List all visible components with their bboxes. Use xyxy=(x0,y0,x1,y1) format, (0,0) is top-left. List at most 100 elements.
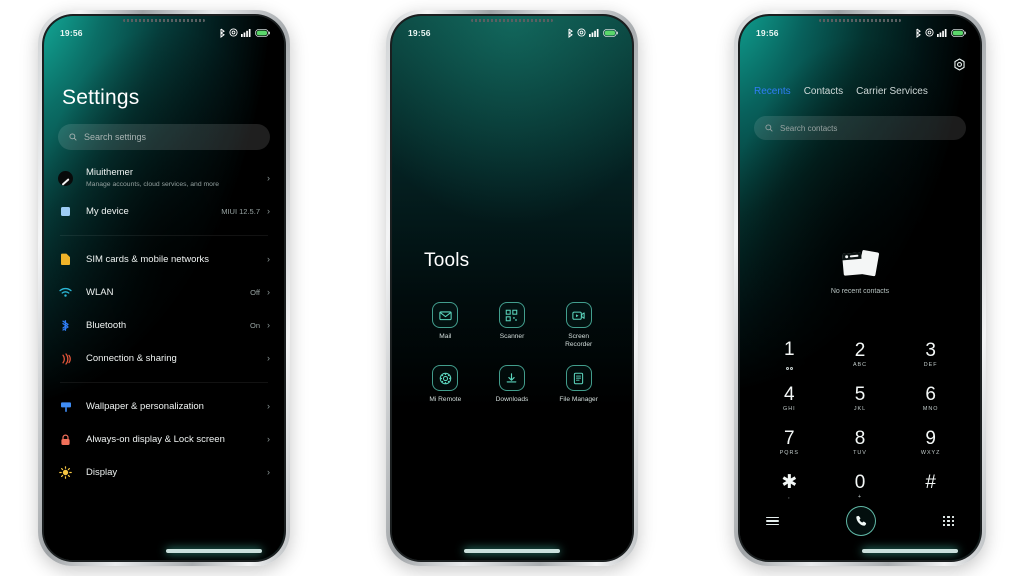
row-label: WLAN xyxy=(86,286,114,298)
row-label: Display xyxy=(86,466,118,478)
dialpad-key-star[interactable]: ✱ , xyxy=(754,470,825,504)
device-icon xyxy=(58,206,73,217)
chevron-right-icon: › xyxy=(267,254,270,264)
screen-recorder-icon xyxy=(565,302,592,328)
key-letters: DEF xyxy=(923,362,938,368)
key-number: # xyxy=(925,472,936,493)
sharing-icon xyxy=(58,352,73,365)
settings-row-my-device[interactable]: My device MIUI 12.5.7 › xyxy=(58,195,270,228)
download-icon xyxy=(498,365,525,392)
search-placeholder: Search contacts xyxy=(780,123,838,133)
dialpad-key-7[interactable]: 7 PQRS xyxy=(754,426,825,460)
dialpad-key-2[interactable]: 2 ABC xyxy=(825,338,896,372)
key-letters: , xyxy=(788,494,791,500)
dialpad-key-9[interactable]: 9 WXYZ xyxy=(895,426,966,460)
app-label: Downloads xyxy=(495,396,529,404)
phone-dialer: 19:56 Recents Contacts Carrier Services xyxy=(734,10,986,566)
dialpad-key-5[interactable]: 5 JKL xyxy=(825,382,896,416)
settings-row-display[interactable]: Display › xyxy=(58,456,270,489)
screen-tools: 19:56 Tools Mail Scanner Screen Recorder… xyxy=(392,16,632,560)
app-label: Scanner xyxy=(499,333,525,340)
key-letters: ABC xyxy=(852,362,868,368)
search-placeholder: Search settings xyxy=(84,132,147,142)
app-scanner[interactable]: Scanner xyxy=(479,302,546,349)
bluetooth-icon xyxy=(916,28,921,38)
screenshot-stage: 19:56 Settings Search settings Miuitheme… xyxy=(0,0,1024,576)
dialpad-key-0[interactable]: 0 + xyxy=(825,470,896,504)
alarm-icon xyxy=(925,28,934,37)
sim-icon xyxy=(58,253,73,266)
tab-contacts[interactable]: Contacts xyxy=(804,86,843,97)
status-time: 19:56 xyxy=(756,27,779,38)
menu-icon[interactable] xyxy=(766,516,779,526)
key-number: 5 xyxy=(854,384,866,405)
chevron-right-icon: › xyxy=(267,353,270,363)
search-input[interactable]: Search settings xyxy=(58,124,270,150)
home-indicator[interactable] xyxy=(862,549,958,553)
mi-remote-icon xyxy=(432,365,459,392)
app-downloads[interactable]: Downloads xyxy=(479,365,546,404)
earpiece-grille xyxy=(123,19,205,22)
settings-row-wlan[interactable]: WLAN Off › xyxy=(58,276,270,309)
dialpad-key-8[interactable]: 8 TUV xyxy=(825,426,896,460)
battery-icon xyxy=(951,28,966,37)
file-manager-icon xyxy=(565,365,592,392)
dialer-bottom-bar xyxy=(740,506,980,536)
app-mi-remote[interactable]: Mi Remote xyxy=(412,365,479,404)
settings-row-wallpaper[interactable]: Wallpaper & personalization › xyxy=(58,390,270,423)
tools-grid: Mail Scanner Screen Recorder Mi Remote D… xyxy=(412,302,612,405)
dialpad-key-6[interactable]: 6 MNO xyxy=(895,382,966,416)
phone-bezel: 19:56 Settings Search settings Miuitheme… xyxy=(42,14,286,562)
dialpad-key-hash[interactable]: # xyxy=(895,470,966,504)
key-number: 0 xyxy=(854,472,866,493)
qr-scanner-icon xyxy=(498,302,525,328)
settings-gear-icon[interactable] xyxy=(953,58,966,76)
key-letters: TUV xyxy=(853,450,867,456)
status-time: 19:56 xyxy=(60,27,83,38)
key-number: ✱ xyxy=(781,472,798,493)
row-label: Always-on display & Lock screen xyxy=(86,433,225,445)
phone-bezel: 19:56 Tools Mail Scanner Screen Recorder… xyxy=(390,14,634,562)
settings-row-sim-cards[interactable]: SIM cards & mobile networks › xyxy=(58,243,270,276)
dialpad-icon[interactable] xyxy=(943,515,954,527)
tab-recents[interactable]: Recents xyxy=(754,86,791,97)
app-mail[interactable]: Mail xyxy=(412,302,479,349)
key-number: 2 xyxy=(854,340,866,361)
search-contacts-input[interactable]: Search contacts xyxy=(754,116,966,140)
call-button[interactable] xyxy=(846,506,877,536)
chevron-right-icon: › xyxy=(267,467,270,477)
app-label: Screen Recorder xyxy=(565,333,593,349)
key-number: 9 xyxy=(925,428,936,449)
dialpad-key-1[interactable]: 1 xyxy=(754,338,825,372)
app-label: Mail xyxy=(439,333,452,340)
chevron-right-icon: › xyxy=(267,401,270,411)
row-label: Wallpaper & personalization xyxy=(86,400,204,412)
signal-icon xyxy=(241,29,251,37)
call-icon xyxy=(856,515,867,526)
bluetooth-icon xyxy=(58,319,73,332)
row-label: Connection & sharing xyxy=(86,352,177,364)
empty-state-label: No recent contacts xyxy=(830,288,890,295)
lock-icon xyxy=(58,434,73,446)
dialpad-key-3[interactable]: 3 DEF xyxy=(895,338,966,372)
folder-title: Tools xyxy=(424,250,470,271)
battery-icon xyxy=(255,28,270,37)
home-indicator[interactable] xyxy=(166,549,262,553)
row-value: MIUI 12.5.7 xyxy=(221,207,260,216)
settings-row-lock-screen[interactable]: Always-on display & Lock screen › xyxy=(58,423,270,456)
earpiece-grille xyxy=(471,19,553,22)
key-letters: PQRS xyxy=(779,450,799,456)
account-avatar xyxy=(58,171,73,186)
search-icon xyxy=(69,133,77,141)
key-letters: JKL xyxy=(853,406,867,412)
app-screen-recorder[interactable]: Screen Recorder xyxy=(545,302,612,349)
dialpad-key-4[interactable]: 4 GHI xyxy=(754,382,825,416)
tab-carrier-services[interactable]: Carrier Services xyxy=(856,86,928,97)
key-number: 8 xyxy=(854,428,866,449)
dialpad: 1 2 ABC 3 DEF 4 GHI 5 JKL 6 MNO 7 PQRS 8… xyxy=(754,338,966,504)
settings-row-connection-sharing[interactable]: Connection & sharing › xyxy=(58,342,270,375)
home-indicator[interactable] xyxy=(464,549,560,553)
app-file-manager[interactable]: File Manager xyxy=(545,365,612,404)
settings-row-miuithemer[interactable]: Miuithemer Manage accounts, cloud servic… xyxy=(58,162,270,195)
settings-row-bluetooth[interactable]: Bluetooth On › xyxy=(58,309,270,342)
